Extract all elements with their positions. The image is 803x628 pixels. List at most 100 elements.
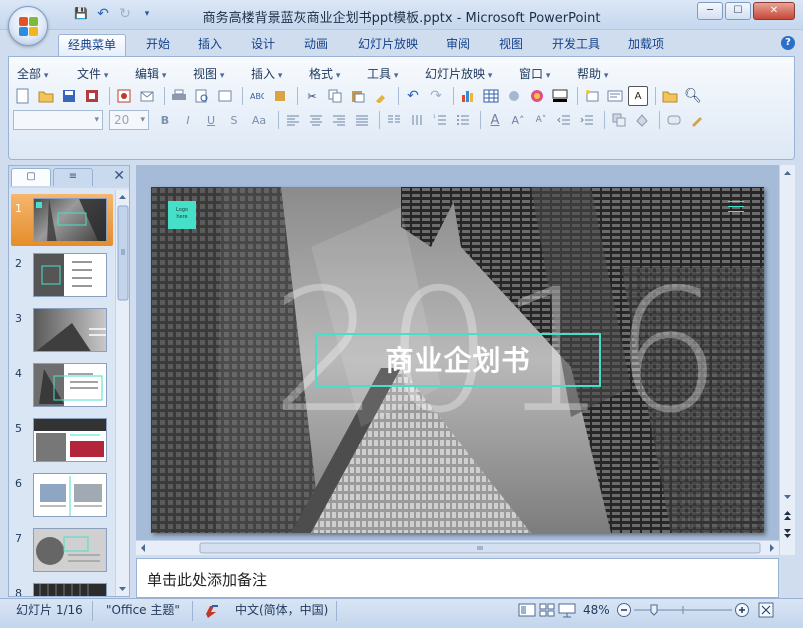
justify-icon[interactable] <box>352 110 372 130</box>
slide-thumbnail-1[interactable]: 1 <box>11 194 113 246</box>
permission-icon[interactable] <box>82 86 102 106</box>
current-slide[interactable]: Logo here 2016 商业企划书 <box>151 187 764 533</box>
menu-insert[interactable]: 插入 <box>251 65 309 82</box>
redo-icon[interactable]: ↷ <box>426 86 446 106</box>
close-button[interactable]: ✕ <box>753 2 795 20</box>
shape-outline-icon[interactable] <box>687 110 707 130</box>
tab-insert[interactable]: 插入 <box>190 34 230 56</box>
paste-icon[interactable] <box>348 86 368 106</box>
minimize-button[interactable]: ─ <box>697 2 723 20</box>
bold-button[interactable]: B <box>155 110 175 130</box>
tab-design[interactable]: 设计 <box>243 34 283 56</box>
menu-view[interactable]: 视图 <box>193 65 251 82</box>
text-box-icon[interactable]: A <box>628 86 648 106</box>
tab-view[interactable]: 视图 <box>491 34 531 56</box>
close-panel-icon[interactable]: ✕ <box>113 168 125 184</box>
slide-scrollbar[interactable] <box>779 165 795 555</box>
print-icon[interactable] <box>169 86 189 106</box>
menu-file[interactable]: 文件 <box>77 65 135 82</box>
menu-all[interactable]: 全部 <box>17 65 77 82</box>
cut-icon[interactable]: ✂ <box>302 86 322 106</box>
shadow-button[interactable]: S <box>224 110 244 130</box>
align-right-icon[interactable] <box>329 110 349 130</box>
slide-thumbnail-2[interactable]: 2 <box>11 249 113 301</box>
shape-fill-icon[interactable] <box>664 110 684 130</box>
open-folder-icon[interactable] <box>36 86 56 106</box>
fit-to-window-icon[interactable] <box>758 602 774 622</box>
notes-pane[interactable]: 单击此处添加备注 <box>136 558 779 598</box>
new-slide-icon[interactable] <box>582 86 602 106</box>
insert-picture-icon[interactable] <box>527 86 547 106</box>
italic-button[interactable]: I <box>178 110 198 130</box>
slide-sorter-icon[interactable] <box>538 602 556 622</box>
copy-icon[interactable] <box>325 86 345 106</box>
slides-tab[interactable]: ▢ <box>11 168 51 186</box>
align-center-icon[interactable] <box>306 110 326 130</box>
normal-view-icon[interactable] <box>518 602 536 622</box>
change-case-button[interactable]: Aa <box>247 110 271 130</box>
email-icon[interactable] <box>137 86 157 106</box>
title-frame[interactable]: 商业企划书 <box>315 333 601 387</box>
tab-slideshow[interactable]: 幻灯片放映 <box>350 34 426 56</box>
menu-format[interactable]: 格式 <box>309 65 367 82</box>
tab-addins[interactable]: 加载项 <box>620 34 672 56</box>
logo-placeholder[interactable]: Logo here <box>168 201 196 229</box>
font-color-icon[interactable]: A <box>485 110 505 130</box>
menu-help[interactable]: 帮助 <box>577 65 635 82</box>
decrease-indent-icon[interactable] <box>554 110 574 130</box>
increase-indent-icon[interactable] <box>577 110 597 130</box>
underline-button[interactable]: U <box>201 110 221 130</box>
tab-developer[interactable]: 开发工具 <box>545 34 607 56</box>
tab-review[interactable]: 审阅 <box>438 34 478 56</box>
menu-slideshow[interactable]: 幻灯片放映 <box>425 65 519 82</box>
bullets-icon[interactable] <box>453 110 473 130</box>
slide-thumbnail-4[interactable]: 4 <box>11 359 113 411</box>
slide-thumbnail-3[interactable]: 3 <box>11 304 113 356</box>
print-preview-icon[interactable] <box>192 86 212 106</box>
slide-layout-icon[interactable] <box>215 86 235 106</box>
shapes-icon[interactable] <box>632 110 652 130</box>
insert-table-icon[interactable] <box>481 86 501 106</box>
insert-clipart-icon[interactable] <box>504 86 524 106</box>
align-left-icon[interactable] <box>283 110 303 130</box>
insert-chart-icon[interactable] <box>458 86 478 106</box>
font-name-combo[interactable] <box>13 110 103 130</box>
maximize-button[interactable]: ☐ <box>725 2 751 20</box>
language-status[interactable]: 中文(简体，中国) <box>235 602 328 618</box>
spelling-icon[interactable]: ABC <box>247 86 267 106</box>
horizontal-scrollbar[interactable] <box>136 540 779 555</box>
thumbnail-scrollbar[interactable] <box>115 190 129 596</box>
columns-icon[interactable] <box>384 110 404 130</box>
office-button[interactable] <box>8 6 48 46</box>
tab-home[interactable]: 开始 <box>138 34 178 56</box>
spellcheck-icon[interactable] <box>204 602 222 622</box>
help-icon[interactable]: ? <box>781 36 795 50</box>
tab-animation[interactable]: 动画 <box>296 34 336 56</box>
zoom-in-icon[interactable] <box>734 602 750 622</box>
zoom-out-icon[interactable] <box>616 602 632 622</box>
menu-edit[interactable]: 编辑 <box>135 65 193 82</box>
hamburger-menu-icon[interactable] <box>728 200 744 212</box>
slide-thumbnail-8[interactable]: 8 <box>11 579 113 596</box>
slide-design-icon[interactable] <box>605 86 625 106</box>
tab-classic-menu[interactable]: 经典菜单 <box>58 34 126 56</box>
slide-thumbnail-5[interactable]: 5 <box>11 414 113 466</box>
font-size-combo[interactable]: 20 <box>109 110 149 130</box>
outline-tab[interactable]: ≡ <box>53 168 93 186</box>
new-file-icon[interactable] <box>13 86 33 106</box>
export-pdf-icon[interactable] <box>114 86 134 106</box>
arrange-icon[interactable] <box>609 110 629 130</box>
zoom-level[interactable]: 48% <box>583 602 610 618</box>
research-icon[interactable] <box>270 86 290 106</box>
save-icon[interactable] <box>59 86 79 106</box>
zoom-slider[interactable] <box>634 602 734 622</box>
undo-icon[interactable]: ↶ <box>403 86 423 106</box>
slide-thumbnail-7[interactable]: 7 <box>11 524 113 576</box>
grow-font-icon[interactable]: A˄ <box>508 110 528 130</box>
slideshow-view-icon[interactable] <box>558 602 576 622</box>
theme-status[interactable]: "Office 主题" <box>106 602 180 618</box>
folder-icon[interactable] <box>660 86 680 106</box>
color-fill-icon[interactable] <box>550 86 570 106</box>
slide-thumbnail-6[interactable]: 6 <box>11 469 113 521</box>
text-direction-icon[interactable] <box>407 110 427 130</box>
